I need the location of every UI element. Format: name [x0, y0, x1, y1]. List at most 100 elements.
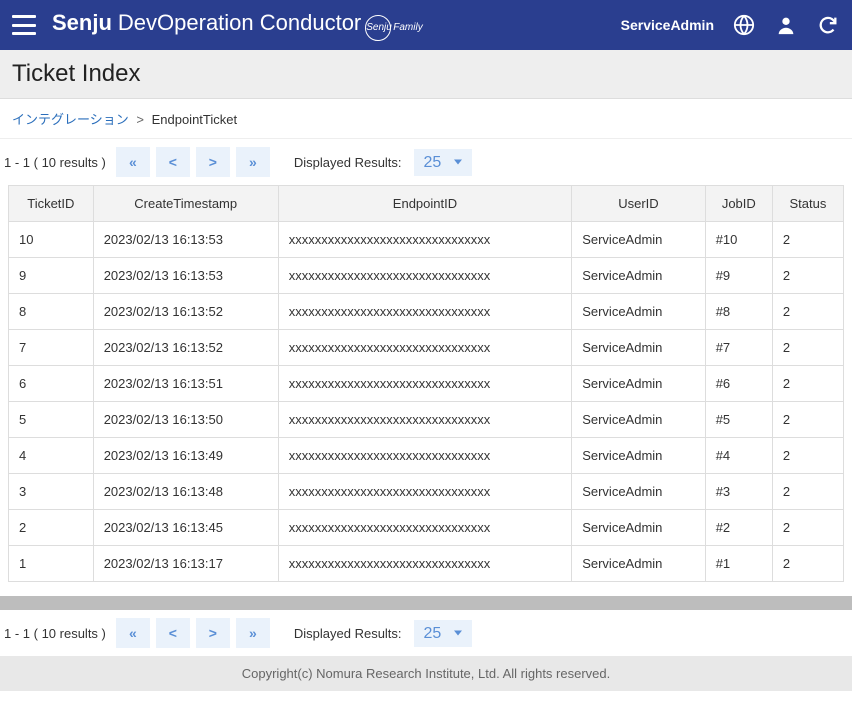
cell-status: 2 [772, 294, 843, 330]
table-row[interactable]: 82023/02/13 16:13:52xxxxxxxxxxxxxxxxxxxx… [9, 294, 844, 330]
cell-ticketid: 7 [9, 330, 94, 366]
user-icon[interactable] [774, 13, 798, 37]
pager-last-button-bottom[interactable]: » [236, 618, 270, 648]
brand-family: Senju Family [365, 15, 422, 41]
pager-last-button[interactable]: » [236, 147, 270, 177]
brand-family-circle: Senju [365, 15, 391, 41]
cell-userid: ServiceAdmin [572, 294, 705, 330]
col-status[interactable]: Status [772, 186, 843, 222]
brand-main: Senju [52, 10, 112, 36]
breadcrumb-sep: > [136, 112, 144, 127]
pager-next-button[interactable]: > [196, 147, 230, 177]
cell-jobid: #10 [705, 222, 772, 258]
pager-prev-button[interactable]: < [156, 147, 190, 177]
col-endpoint[interactable]: EndpointID [278, 186, 571, 222]
cell-status: 2 [772, 510, 843, 546]
table-row[interactable]: 62023/02/13 16:13:51xxxxxxxxxxxxxxxxxxxx… [9, 366, 844, 402]
header-right: ServiceAdmin [621, 13, 840, 37]
breadcrumb-link[interactable]: インテグレーション [12, 112, 129, 127]
cell-jobid: #2 [705, 510, 772, 546]
table-wrap: TicketID CreateTimestamp EndpointID User… [0, 185, 852, 582]
cell-jobid: #5 [705, 402, 772, 438]
table-row[interactable]: 42023/02/13 16:13:49xxxxxxxxxxxxxxxxxxxx… [9, 438, 844, 474]
cell-timestamp: 2023/02/13 16:13:51 [93, 366, 278, 402]
cell-timestamp: 2023/02/13 16:13:53 [93, 222, 278, 258]
cell-endpoint: xxxxxxxxxxxxxxxxxxxxxxxxxxxxxxx [278, 438, 571, 474]
displayed-results-label-bottom: Displayed Results: [294, 626, 402, 641]
brand: Senju DevOperation Conductor Senju Famil… [52, 10, 621, 41]
table-row[interactable]: 72023/02/13 16:13:52xxxxxxxxxxxxxxxxxxxx… [9, 330, 844, 366]
cell-userid: ServiceAdmin [572, 474, 705, 510]
app-header: Senju DevOperation Conductor Senju Famil… [0, 0, 852, 50]
breadcrumb: インテグレーション > EndpointTicket [0, 99, 852, 139]
cell-userid: ServiceAdmin [572, 366, 705, 402]
cell-ticketid: 1 [9, 546, 94, 582]
pager-first-button[interactable]: « [116, 147, 150, 177]
col-timestamp[interactable]: CreateTimestamp [93, 186, 278, 222]
brand-sub: DevOperation Conductor [118, 10, 361, 36]
cell-endpoint: xxxxxxxxxxxxxxxxxxxxxxxxxxxxxxx [278, 474, 571, 510]
cell-timestamp: 2023/02/13 16:13:50 [93, 402, 278, 438]
cell-timestamp: 2023/02/13 16:13:48 [93, 474, 278, 510]
ticket-table: TicketID CreateTimestamp EndpointID User… [8, 185, 844, 582]
cell-jobid: #6 [705, 366, 772, 402]
col-ticketid[interactable]: TicketID [9, 186, 94, 222]
globe-icon[interactable] [732, 13, 756, 37]
footer: Copyright(c) Nomura Research Institute, … [0, 656, 852, 691]
cell-endpoint: xxxxxxxxxxxxxxxxxxxxxxxxxxxxxxx [278, 258, 571, 294]
cell-endpoint: xxxxxxxxxxxxxxxxxxxxxxxxxxxxxxx [278, 294, 571, 330]
cell-userid: ServiceAdmin [572, 438, 705, 474]
cell-ticketid: 6 [9, 366, 94, 402]
results-count: 1 - 1 ( 10 results ) [4, 155, 106, 170]
cell-status: 2 [772, 330, 843, 366]
cell-endpoint: xxxxxxxxxxxxxxxxxxxxxxxxxxxxxxx [278, 330, 571, 366]
cell-userid: ServiceAdmin [572, 330, 705, 366]
cell-jobid: #1 [705, 546, 772, 582]
cell-userid: ServiceAdmin [572, 258, 705, 294]
brand-family-text: Family [393, 22, 422, 33]
reload-icon[interactable] [816, 13, 840, 37]
displayed-results-select-wrap: 25 [414, 149, 472, 176]
pager-prev-button-bottom[interactable]: < [156, 618, 190, 648]
cell-userid: ServiceAdmin [572, 402, 705, 438]
page-title-bar: Ticket Index [0, 50, 852, 99]
table-row[interactable]: 102023/02/13 16:13:53xxxxxxxxxxxxxxxxxxx… [9, 222, 844, 258]
cell-status: 2 [772, 474, 843, 510]
toolbar-bottom: 1 - 1 ( 10 results ) « < > » Displayed R… [0, 610, 852, 656]
toolbar-top: 1 - 1 ( 10 results ) « < > » Displayed R… [0, 139, 852, 185]
table-row[interactable]: 12023/02/13 16:13:17xxxxxxxxxxxxxxxxxxxx… [9, 546, 844, 582]
pager-next-button-bottom[interactable]: > [196, 618, 230, 648]
page-title: Ticket Index [12, 60, 840, 88]
copyright-text: Copyright(c) Nomura Research Institute, … [242, 666, 610, 681]
col-jobid[interactable]: JobID [705, 186, 772, 222]
table-row[interactable]: 32023/02/13 16:13:48xxxxxxxxxxxxxxxxxxxx… [9, 474, 844, 510]
displayed-results-label: Displayed Results: [294, 155, 402, 170]
cell-timestamp: 2023/02/13 16:13:53 [93, 258, 278, 294]
pager-first-button-bottom[interactable]: « [116, 618, 150, 648]
cell-endpoint: xxxxxxxxxxxxxxxxxxxxxxxxxxxxxxx [278, 546, 571, 582]
separator-bar [0, 596, 852, 610]
cell-ticketid: 9 [9, 258, 94, 294]
cell-endpoint: xxxxxxxxxxxxxxxxxxxxxxxxxxxxxxx [278, 222, 571, 258]
cell-timestamp: 2023/02/13 16:13:52 [93, 330, 278, 366]
table-row[interactable]: 22023/02/13 16:13:45xxxxxxxxxxxxxxxxxxxx… [9, 510, 844, 546]
cell-status: 2 [772, 402, 843, 438]
cell-endpoint: xxxxxxxxxxxxxxxxxxxxxxxxxxxxxxx [278, 510, 571, 546]
cell-status: 2 [772, 546, 843, 582]
cell-timestamp: 2023/02/13 16:13:45 [93, 510, 278, 546]
table-row[interactable]: 92023/02/13 16:13:53xxxxxxxxxxxxxxxxxxxx… [9, 258, 844, 294]
cell-timestamp: 2023/02/13 16:13:49 [93, 438, 278, 474]
table-row[interactable]: 52023/02/13 16:13:50xxxxxxxxxxxxxxxxxxxx… [9, 402, 844, 438]
displayed-results-select-bottom[interactable]: 25 [414, 620, 472, 647]
cell-jobid: #9 [705, 258, 772, 294]
cell-ticketid: 8 [9, 294, 94, 330]
col-userid[interactable]: UserID [572, 186, 705, 222]
cell-jobid: #3 [705, 474, 772, 510]
cell-endpoint: xxxxxxxxxxxxxxxxxxxxxxxxxxxxxxx [278, 402, 571, 438]
displayed-results-select[interactable]: 25 [414, 149, 472, 176]
table-header-row: TicketID CreateTimestamp EndpointID User… [9, 186, 844, 222]
menu-icon[interactable] [12, 15, 36, 35]
breadcrumb-current: EndpointTicket [152, 112, 238, 127]
cell-userid: ServiceAdmin [572, 546, 705, 582]
cell-ticketid: 2 [9, 510, 94, 546]
